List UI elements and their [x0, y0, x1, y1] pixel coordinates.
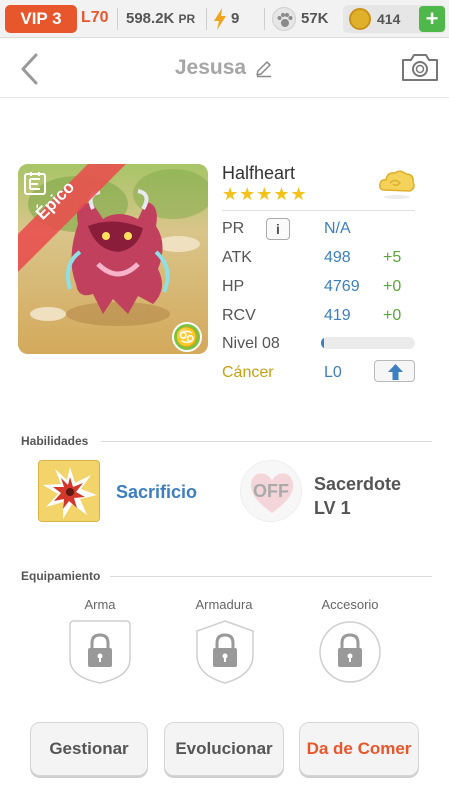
info-button[interactable]: i [266, 218, 290, 240]
coin-count: 414 [377, 11, 401, 27]
food-count: 57K [301, 10, 329, 27]
passive-skill-name: Sacerdote LV 1 [314, 472, 401, 520]
atk-bonus: +5 [383, 249, 402, 266]
rcv-bonus: +0 [383, 307, 402, 324]
energy-count: 9 [231, 10, 240, 27]
page-header: Jesusa [0, 38, 449, 98]
add-coins-button[interactable]: + [419, 6, 445, 32]
hp-value: 4769 [324, 278, 360, 295]
lightning-icon [214, 8, 226, 30]
feed-button[interactable]: Da de Comer [299, 722, 419, 776]
atk-value: 498 [324, 249, 351, 266]
equipment-badge-icon [24, 172, 46, 195]
accessory-label: Accesorio [321, 597, 379, 612]
xp-progress-bar [321, 337, 415, 349]
accessory-slot[interactable] [318, 619, 382, 685]
rcv-value: 419 [324, 307, 351, 324]
manage-button[interactable]: Gestionar [30, 722, 148, 776]
weapon-slot[interactable] [68, 619, 132, 685]
arrow-up-icon [388, 364, 403, 380]
power-unit: PR [178, 12, 196, 26]
zodiac-upgrade-button[interactable] [374, 360, 415, 382]
zodiac-level: L0 [324, 364, 342, 381]
hp-bonus: +0 [383, 278, 402, 295]
pr-value: N/A [324, 220, 351, 237]
edit-icon[interactable] [254, 58, 274, 78]
status-bar: VIP 3 L70 598.2K PR 9 57K 414 + [0, 0, 449, 38]
active-skill-name[interactable]: Sacrificio [116, 482, 197, 503]
divider [222, 210, 415, 211]
coin-icon [349, 8, 371, 30]
power-value: 598.2K [126, 10, 175, 27]
element-cloud-icon[interactable] [378, 168, 416, 200]
passive-skill-title: Sacerdote [314, 474, 402, 494]
divider [117, 8, 118, 30]
page-title: Jesusa [174, 56, 247, 79]
sacrifice-skill-icon[interactable] [38, 460, 100, 522]
pr-label: PR [222, 220, 245, 237]
paw-icon [272, 7, 296, 31]
evolve-button[interactable]: Evolucionar [164, 722, 284, 776]
passive-off-label: OFF [253, 481, 289, 501]
divider [110, 576, 432, 577]
atk-label: ATK [222, 249, 252, 266]
rcv-label: RCV [222, 307, 256, 324]
zodiac-label: Cáncer [222, 364, 274, 381]
power-rating: 598.2K PR [126, 10, 195, 27]
rarity-stars: ★★★★★ [222, 184, 308, 204]
camera-icon[interactable] [401, 52, 439, 82]
vip-badge[interactable]: VIP 3 [5, 5, 77, 33]
passive-skill-level: LV 1 [314, 498, 351, 518]
zodiac-cancer-icon: ♋ [172, 322, 202, 352]
armor-label: Armadura [195, 597, 253, 612]
divider [264, 8, 265, 30]
divider [206, 8, 207, 30]
equipment-section-title: Equipamiento [21, 569, 101, 583]
weapon-label: Arma [84, 597, 116, 612]
page-title-group[interactable]: Jesusa [175, 56, 274, 80]
divider [101, 441, 432, 442]
xp-progress-fill [321, 337, 324, 349]
armor-slot[interactable] [193, 619, 257, 685]
hero-name: Halfheart [222, 163, 296, 183]
hp-label: HP [222, 278, 245, 295]
level-label: Nivel 08 [222, 335, 280, 352]
player-level: L70 [81, 9, 109, 26]
skills-section-title: Habilidades [21, 434, 89, 448]
page-title-wrap: Jesusa [0, 56, 449, 80]
